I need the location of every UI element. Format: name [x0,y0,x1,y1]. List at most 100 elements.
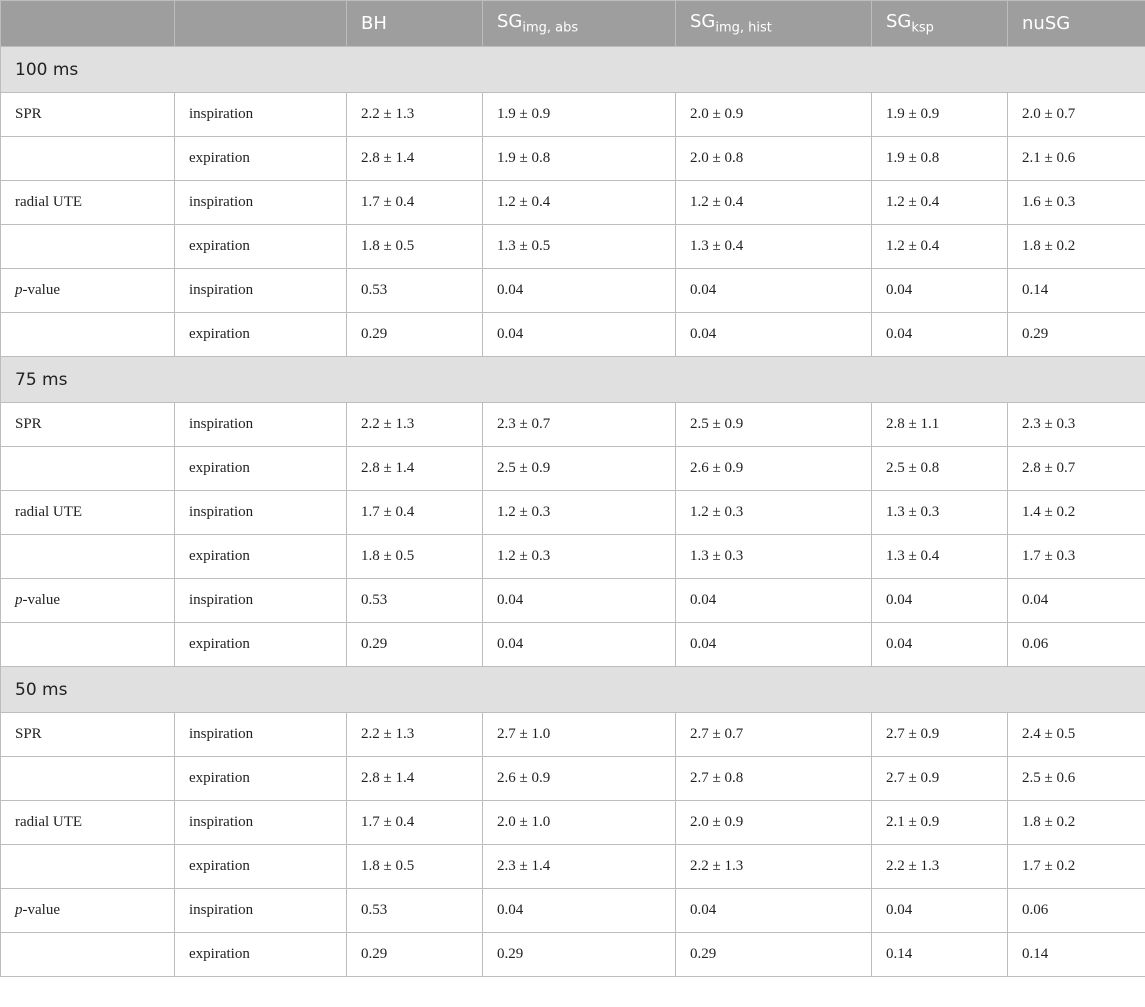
table-row: expiration 2.8 ± 1.4 1.9 ± 0.8 2.0 ± 0.8 1.9… [0,136,1145,181]
value-cell: 2.3 ± 0.3 [1007,402,1145,447]
value-cell: 0.04 [675,578,872,623]
method-cell: SPR [0,712,175,757]
phase-cell: expiration [174,932,347,977]
value-cell: 1.9 ± 0.9 [482,92,676,137]
value-cell: 1.6 ± 0.3 [1007,180,1145,225]
table-row: p-value inspiration 0.53 0.04 0.04 0.04 0.04 [0,578,1145,623]
value-cell: 0.04 [482,312,676,357]
value-cell: 1.7 ± 0.4 [346,490,483,535]
p-symbol: p [15,592,23,608]
value-cell: 2.7 ± 0.9 [871,712,1008,757]
header-sg-ksp: SGksp [871,0,1008,47]
value-cell: 0.53 [346,578,483,623]
phase-cell: inspiration [174,490,347,535]
phase-cell: inspiration [174,180,347,225]
table-row: expiration 1.8 ± 0.5 1.2 ± 0.3 1.3 ± 0.3 1.3… [0,534,1145,579]
value-cell: 2.7 ± 1.0 [482,712,676,757]
value-cell: 2.8 ± 0.7 [1007,446,1145,491]
value-cell: 2.7 ± 0.9 [871,756,1008,801]
method-cell: radial UTE [0,490,175,535]
table-row: expiration 0.29 0.04 0.04 0.04 0.29 [0,312,1145,357]
value-cell: 1.9 ± 0.9 [871,92,1008,137]
method-cell: SPR [0,92,175,137]
value-cell: 1.8 ± 0.5 [346,534,483,579]
phase-cell: inspiration [174,578,347,623]
value-cell: 2.5 ± 0.9 [482,446,676,491]
method-cell: p-value [0,888,175,933]
value-cell: 2.0 ± 0.8 [675,136,872,181]
header-sg-img-hist-sub: img, hist [715,20,772,36]
value-cell: 0.04 [871,268,1008,313]
value-cell: 2.2 ± 1.3 [675,844,872,889]
phase-cell: expiration [174,622,347,667]
value-cell: 0.04 [871,888,1008,933]
header-bh: BH [346,0,483,47]
value-cell: 2.2 ± 1.3 [871,844,1008,889]
value-cell: 2.8 ± 1.4 [346,756,483,801]
method-cell [0,136,175,181]
header-sg-img-abs: SGimg, abs [482,0,676,47]
method-cell [0,446,175,491]
method-cell [0,312,175,357]
value-cell: 1.3 ± 0.3 [675,534,872,579]
header-row: BH SGimg, abs SGimg, hist SGksp nuSG [0,0,1145,47]
value-cell: 0.29 [346,312,483,357]
value-cell: 1.8 ± 0.5 [346,844,483,889]
header-sg-img-abs-base: SG [497,11,523,33]
phase-cell: expiration [174,844,347,889]
value-cell: 0.04 [482,622,676,667]
method-cell [0,622,175,667]
value-cell: 2.5 ± 0.6 [1007,756,1145,801]
value-cell: 0.06 [1007,888,1145,933]
value-cell: 1.3 ± 0.4 [871,534,1008,579]
value-cell: 2.0 ± 0.9 [675,800,872,845]
table-row: p-value inspiration 0.53 0.04 0.04 0.04 0.06 [0,888,1145,933]
method-cell [0,224,175,269]
value-cell: 0.04 [482,888,676,933]
table-row: SPR inspiration 2.2 ± 1.3 2.3 ± 0.7 2.5 ± 0.… [0,402,1145,447]
value-cell: 1.7 ± 0.4 [346,800,483,845]
phase-cell: inspiration [174,268,347,313]
value-cell: 1.4 ± 0.2 [1007,490,1145,535]
header-phase [174,0,347,47]
value-cell: 0.04 [675,312,872,357]
value-cell: 1.3 ± 0.5 [482,224,676,269]
phase-cell: expiration [174,534,347,579]
value-cell: 0.04 [675,268,872,313]
value-cell: 0.04 [871,622,1008,667]
table-row: radial UTE inspiration 1.7 ± 0.4 1.2 ± 0.3 1… [0,490,1145,535]
method-cell: radial UTE [0,180,175,225]
table-row: expiration 2.8 ± 1.4 2.5 ± 0.9 2.6 ± 0.9 2.5… [0,446,1145,491]
value-cell: 1.2 ± 0.4 [482,180,676,225]
phase-cell: inspiration [174,712,347,757]
value-cell: 1.8 ± 0.2 [1007,224,1145,269]
table-row: expiration 0.29 0.04 0.04 0.04 0.06 [0,622,1145,667]
table-row: expiration 1.8 ± 0.5 2.3 ± 1.4 2.2 ± 1.3 2.2… [0,844,1145,889]
value-cell: 2.6 ± 0.9 [482,756,676,801]
value-cell: 1.2 ± 0.4 [675,180,872,225]
value-cell: 0.53 [346,268,483,313]
value-cell: 2.0 ± 0.9 [675,92,872,137]
value-cell: 0.04 [1007,578,1145,623]
p-symbol: p [15,282,23,298]
value-cell: 2.2 ± 1.3 [346,712,483,757]
value-cell: 1.3 ± 0.3 [871,490,1008,535]
value-cell: 2.4 ± 0.5 [1007,712,1145,757]
value-cell: 1.8 ± 0.5 [346,224,483,269]
value-cell: 1.2 ± 0.4 [871,224,1008,269]
section-title: 100 ms [0,46,1145,93]
value-cell: 1.7 ± 0.3 [1007,534,1145,579]
value-cell: 0.14 [871,932,1008,977]
method-cell: p-value [0,268,175,313]
value-cell: 1.2 ± 0.3 [482,490,676,535]
table-body: 100 ms SPR inspiration 2.2 ± 1.3 1.9 ± 0.9 2.… [0,46,1145,977]
phase-cell: expiration [174,136,347,181]
phase-cell: inspiration [174,800,347,845]
value-cell: 1.7 ± 0.4 [346,180,483,225]
value-cell: 1.2 ± 0.3 [482,534,676,579]
value-cell: 0.29 [346,932,483,977]
table-row: radial UTE inspiration 1.7 ± 0.4 2.0 ± 1.0 2… [0,800,1145,845]
value-cell: 2.8 ± 1.4 [346,446,483,491]
method-cell: SPR [0,402,175,447]
value-cell: 2.3 ± 0.7 [482,402,676,447]
